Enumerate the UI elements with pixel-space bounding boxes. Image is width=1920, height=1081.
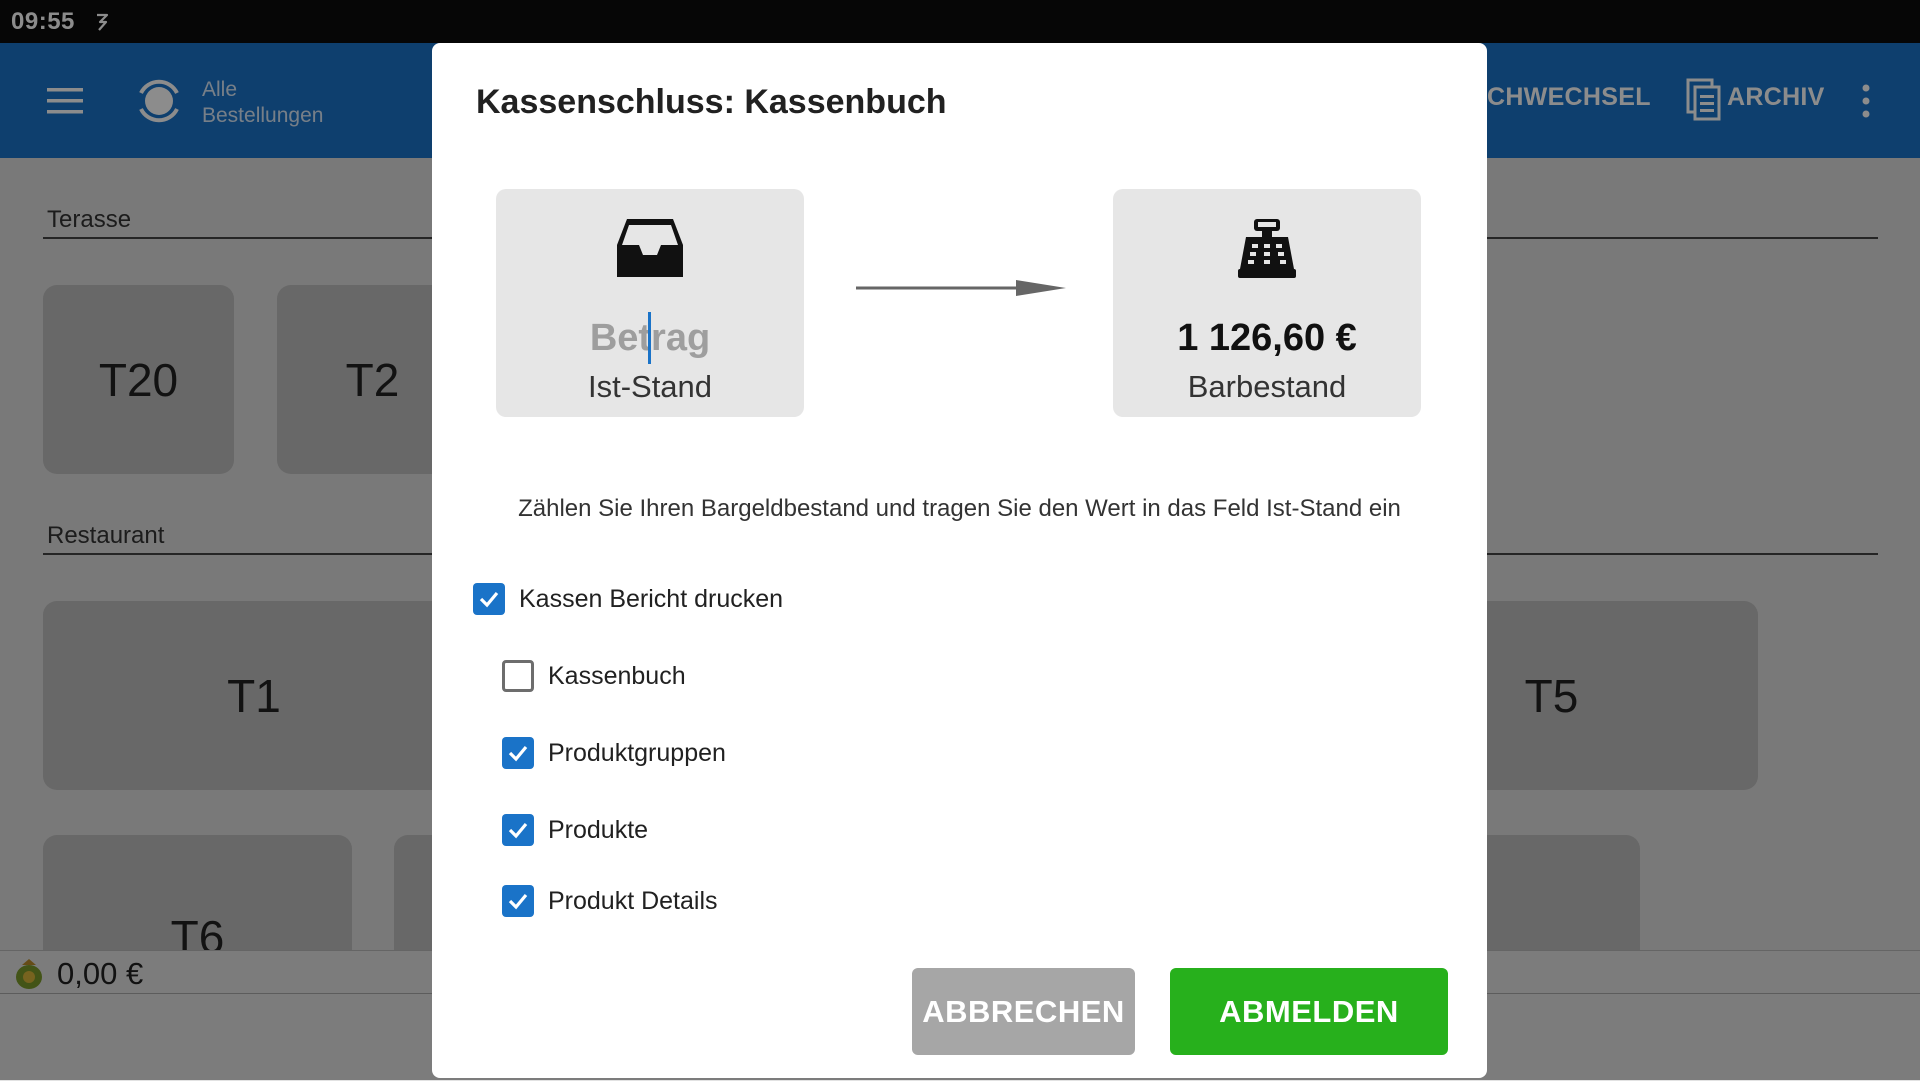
checkmark-icon	[508, 893, 528, 910]
print-report-label: Kassen Bericht drucken	[519, 584, 784, 613]
logout-button[interactable]: ABMELDEN	[1170, 968, 1448, 1055]
cash-balance-value: 1 126,60 €	[1177, 317, 1357, 359]
print-report-option[interactable]: Kassen Bericht drucken	[473, 583, 783, 615]
cash-balance-caption: Barbestand	[1187, 369, 1347, 404]
text-cursor	[648, 312, 651, 364]
produkt-details-option[interactable]: Produkt Details	[502, 885, 718, 917]
kassenbuch-checkbox[interactable]	[502, 660, 534, 692]
produktgruppen-option[interactable]: Produktgruppen	[502, 737, 726, 769]
cancel-button[interactable]: ABBRECHEN	[912, 968, 1135, 1055]
produkte-checkbox[interactable]	[502, 814, 534, 846]
produkte-option[interactable]: Produkte	[502, 814, 648, 846]
kassenbuch-option[interactable]: Kassenbuch	[502, 660, 686, 692]
checkmark-icon	[508, 745, 528, 762]
produktgruppen-label: Produktgruppen	[548, 738, 726, 767]
arrow-right-icon	[856, 280, 1066, 296]
instruction-text: Zählen Sie Ihren Bargeldbestand und trag…	[518, 495, 1401, 522]
cash-closing-dialog: Kassenschluss: Kassenbuch Betrag Ist-Sta…	[432, 43, 1487, 1078]
cash-balance-card: 1 126,60 € Barbestand	[1113, 189, 1421, 417]
produkte-label: Produkte	[548, 815, 649, 844]
checkmark-icon	[508, 822, 528, 839]
cash-register-icon	[1238, 219, 1296, 278]
dialog-title: Kassenschluss: Kassenbuch	[476, 83, 947, 121]
produkt-details-label: Produkt Details	[548, 886, 718, 915]
produktgruppen-checkbox[interactable]	[502, 737, 534, 769]
print-report-checkbox[interactable]	[473, 583, 505, 615]
actual-amount-card[interactable]: Betrag Ist-Stand	[496, 189, 804, 417]
kassenbuch-label: Kassenbuch	[548, 661, 686, 690]
checkmark-icon	[479, 591, 499, 608]
produkt-details-checkbox[interactable]	[502, 885, 534, 917]
inbox-tray-icon	[617, 219, 683, 277]
actual-amount-caption: Ist-Stand	[587, 369, 713, 404]
